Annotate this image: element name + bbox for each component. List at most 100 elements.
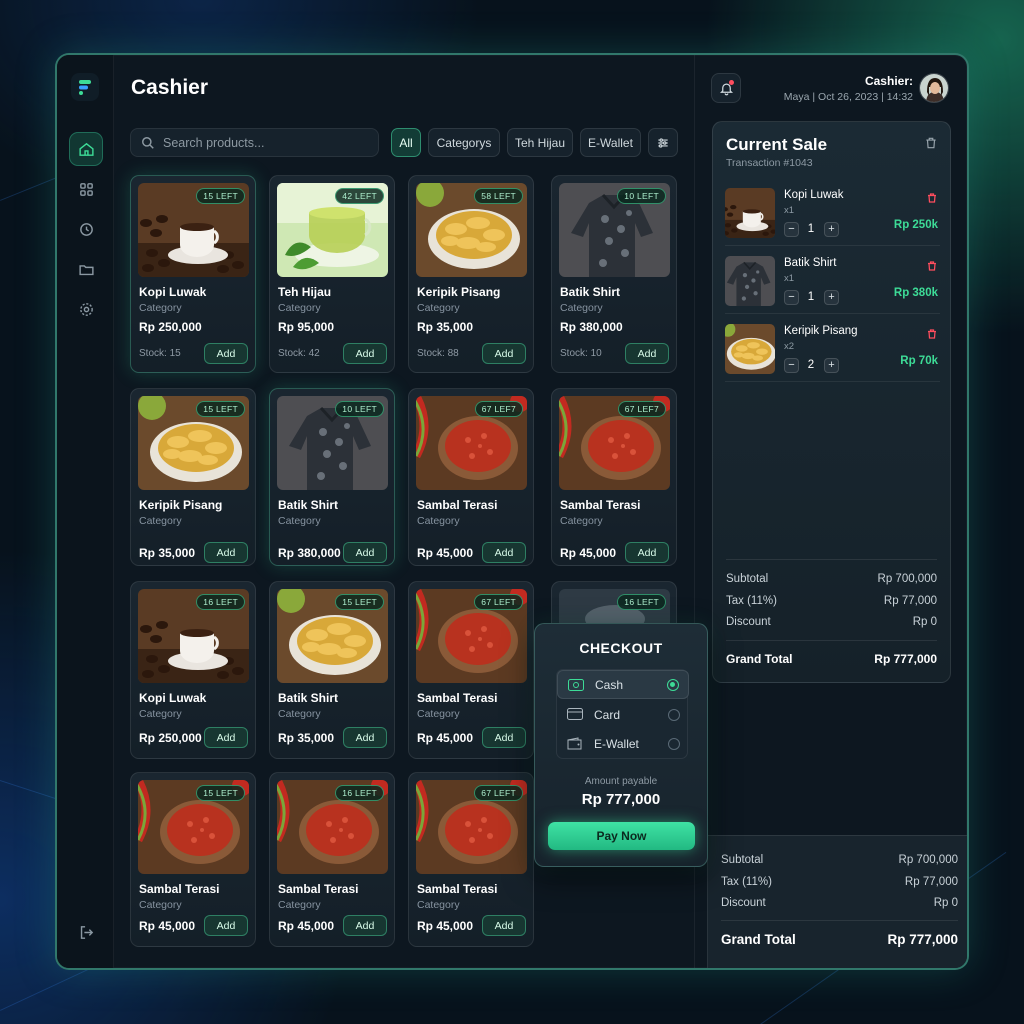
- add-button[interactable]: Add: [625, 343, 669, 364]
- add-button[interactable]: Add: [343, 542, 387, 563]
- add-button[interactable]: Add: [204, 915, 248, 936]
- footer-discount-label: Discount: [721, 897, 766, 909]
- add-button[interactable]: Add: [343, 343, 387, 364]
- product-price: Rp 380,000: [278, 546, 341, 560]
- payment-option-card[interactable]: Card: [557, 700, 689, 729]
- decrease-button[interactable]: −: [784, 222, 799, 237]
- add-button[interactable]: Add: [204, 542, 248, 563]
- add-button[interactable]: Add: [482, 915, 526, 936]
- product-card[interactable]: 10 LEFT Batik Shirt Category Rp 380,000 Stoc…: [551, 175, 677, 373]
- stock-badge: 15 LEFT: [335, 594, 384, 610]
- cashier-meta: Maya | Oct 26, 2023 | 14:32: [783, 91, 913, 103]
- stock-badge: 67 LEFT: [474, 594, 523, 610]
- product-category: Category: [139, 302, 182, 314]
- sale-item-thumb: [725, 324, 775, 374]
- trash-icon: [928, 329, 936, 339]
- right-panel: Cashier: Maya | Oct 26, 2023 | 14:32 Cur…: [694, 55, 967, 968]
- add-button[interactable]: Add: [482, 727, 526, 748]
- wallet-icon: [567, 737, 582, 750]
- tax-row: Tax (11%) Rp 77,000: [726, 595, 937, 607]
- stock-badge: 16 LEFT: [335, 785, 384, 801]
- stock-badge: 15 LEFT: [196, 401, 245, 417]
- logout-button[interactable]: [69, 915, 103, 949]
- product-card[interactable]: 67 LEF7 Sambal Terasi Category Rp 45,000 Add: [408, 388, 534, 566]
- notifications-button[interactable]: [711, 73, 741, 103]
- radio-cash[interactable]: [667, 678, 679, 691]
- increase-button[interactable]: +: [824, 222, 839, 237]
- product-card[interactable]: 16 LEFT Kopi Luwak Category Rp 250,000 Add: [130, 581, 256, 759]
- tax-value: Rp 77,000: [883, 595, 937, 607]
- remove-item-button[interactable]: [926, 259, 938, 277]
- product-price: Rp 250,000: [139, 731, 202, 745]
- product-card[interactable]: 58 LEFT Keripik Pisang Category Rp 35,000 St…: [408, 175, 534, 373]
- divider: [721, 920, 958, 921]
- product-card[interactable]: 42 LEFT Teh Hijau Category Rp 95,000 Stock: …: [269, 175, 395, 373]
- filter-e-wallet[interactable]: E-Wallet: [580, 128, 641, 157]
- filter-teh-hijau[interactable]: Teh Hijau: [507, 128, 573, 157]
- decrease-button[interactable]: −: [784, 290, 799, 305]
- payment-option-e-wallet[interactable]: E-Wallet: [557, 729, 689, 758]
- increase-button[interactable]: +: [824, 290, 839, 305]
- sidebar-item-files[interactable]: [69, 252, 103, 286]
- sidebar-item-home[interactable]: [69, 132, 103, 166]
- folder-icon: [78, 264, 94, 275]
- stock-badge: 15 LEFT: [196, 785, 245, 801]
- quantity-value: 1: [807, 223, 815, 235]
- sidebar-item-settings[interactable]: [69, 292, 103, 326]
- clear-sale-button[interactable]: [924, 136, 938, 155]
- search-input[interactable]: [163, 135, 363, 150]
- add-button[interactable]: Add: [343, 727, 387, 748]
- remove-item-button[interactable]: [926, 191, 938, 209]
- add-button[interactable]: Add: [343, 915, 387, 936]
- add-button[interactable]: Add: [204, 343, 248, 364]
- product-category: Category: [278, 899, 321, 911]
- stock-count: Stock: 15: [139, 348, 181, 359]
- product-card[interactable]: 16 LEFT Sambal Terasi Category Rp 45,000 Add: [269, 772, 395, 947]
- remove-item-button[interactable]: [926, 327, 938, 345]
- product-card[interactable]: 67 LEFT Sambal Terasi Category Rp 45,000 Add: [408, 581, 534, 759]
- product-card[interactable]: 15 LEFT Sambal Terasi Category Rp 45,000 Add: [130, 772, 256, 947]
- avatar[interactable]: [919, 73, 949, 103]
- product-price: Rp 45,000: [560, 546, 617, 560]
- checkout-popover: CHECKOUT Cash Card E-Wallet Amount payab…: [534, 623, 708, 867]
- add-button[interactable]: Add: [625, 542, 669, 563]
- settings-icon: [79, 302, 93, 316]
- add-button[interactable]: Add: [482, 343, 526, 364]
- product-category: Category: [278, 515, 321, 527]
- add-button[interactable]: Add: [204, 727, 248, 748]
- increase-button[interactable]: +: [824, 358, 839, 373]
- sidebar-item-history[interactable]: [69, 212, 103, 246]
- product-price: Rp 45,000: [278, 919, 335, 933]
- product-card[interactable]: 67 LEF7 Sambal Terasi Category Rp 45,000 Add: [551, 388, 677, 566]
- coffee-image: [725, 188, 775, 238]
- payment-option-cash[interactable]: Cash: [557, 670, 689, 699]
- search-icon: [142, 136, 154, 149]
- product-card[interactable]: 15 LEFT Keripik Pisang Category Rp 35,000 Ad…: [130, 388, 256, 566]
- home-icon: [78, 142, 94, 156]
- grand-total-row: Grand Total Rp 777,000: [726, 652, 937, 666]
- stock-badge: 42 LEFT: [335, 188, 384, 204]
- product-category: Category: [139, 899, 182, 911]
- sale-item-price: Rp 250k: [893, 219, 938, 231]
- filter-categories[interactable]: Categorys: [428, 128, 500, 157]
- filter-settings-button[interactable]: [648, 128, 678, 157]
- product-card[interactable]: 15 LEFT Batik Shirt Category Rp 35,000 Add: [269, 581, 395, 759]
- product-name: Keripik Pisang: [417, 285, 501, 299]
- filter-all[interactable]: All: [391, 128, 421, 157]
- product-price: Rp 35,000: [417, 320, 474, 334]
- current-sale-card: Current Sale Transaction #1043 Kopi Luwa…: [712, 121, 951, 683]
- product-price: Rp 95,000: [278, 320, 335, 334]
- product-card[interactable]: 15 LEFT Kopi Luwak Category Rp 250,000 Stock…: [130, 175, 256, 373]
- radio-card[interactable]: [668, 708, 680, 721]
- search-bar[interactable]: [130, 128, 379, 157]
- add-button[interactable]: Add: [482, 542, 526, 563]
- decrease-button[interactable]: −: [784, 358, 799, 373]
- card-icon: [567, 708, 583, 720]
- pay-now-button[interactable]: Pay Now: [548, 822, 695, 850]
- product-card[interactable]: 67 LEFT Sambal Terasi Category Rp 45,000 Add: [408, 772, 534, 947]
- radio-e-wallet[interactable]: [668, 737, 680, 750]
- product-card[interactable]: 10 LEFT Batik Shirt Category Rp 380,000 Add: [269, 388, 395, 566]
- product-category: Category: [560, 302, 603, 314]
- product-name: Keripik Pisang: [139, 498, 223, 512]
- sidebar-item-products[interactable]: [69, 172, 103, 206]
